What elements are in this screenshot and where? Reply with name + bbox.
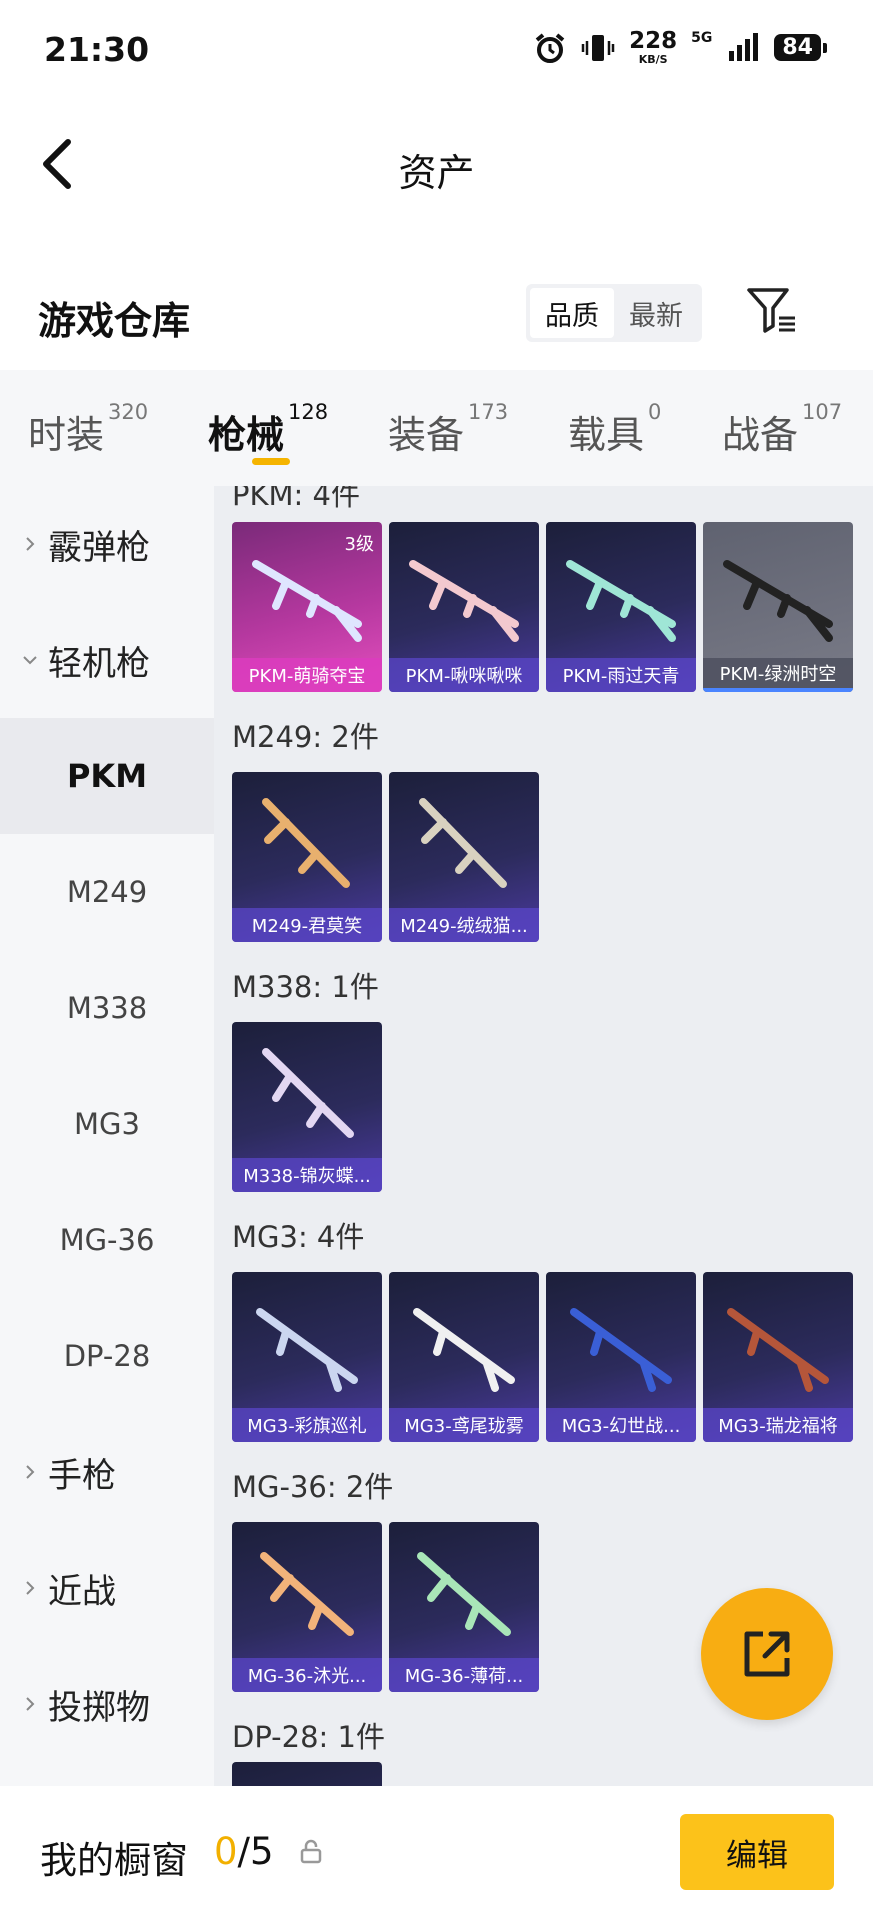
- lmg-icon: [256, 1308, 358, 1392]
- sort-option-newest[interactable]: 最新: [614, 288, 698, 338]
- battery-indicator: 84: [774, 34, 827, 61]
- lmg-icon: [723, 560, 833, 642]
- status-icons: 228 KB/S 5G 84: [533, 28, 827, 66]
- weapon-card[interactable]: M249-君莫笑: [232, 772, 382, 942]
- weapon-card[interactable]: PKM-啾咪啾咪: [389, 522, 539, 692]
- alarm-icon: [535, 32, 565, 63]
- status-time: 21:30: [44, 30, 150, 69]
- sidebar-sub-pkm[interactable]: PKM: [0, 718, 214, 834]
- status-bar: 21:30 228 KB/S 5G 84: [0, 0, 873, 104]
- group-title-dp28: DP-28: 1件: [232, 1720, 385, 1754]
- sidebar-sub-mg36[interactable]: MG-36: [0, 1182, 214, 1298]
- weapon-card[interactable]: MG3-瑞龙福将: [703, 1272, 853, 1442]
- lmg-icon: [413, 1308, 515, 1392]
- sidebar-item-melee[interactable]: 近战: [0, 1530, 214, 1646]
- warehouse-title: 游戏仓库: [38, 299, 191, 343]
- sidebar-item-lmg[interactable]: 轻机枪: [0, 602, 214, 718]
- edit-button[interactable]: 编辑: [680, 1814, 834, 1890]
- group-title-mg36: MG-36: 2件: [232, 1470, 394, 1504]
- weapon-card[interactable]: [232, 1762, 382, 1786]
- lmg-icon: [260, 1552, 354, 1636]
- lock-icon: [300, 1839, 322, 1864]
- sidebar-item-throwable[interactable]: 投掷物: [0, 1646, 214, 1762]
- sidebar-item-shotgun[interactable]: 霰弹枪: [0, 486, 214, 602]
- weapon-card[interactable]: MG-36-沐光...: [232, 1522, 382, 1692]
- network-speed: 228 KB/S: [629, 28, 678, 66]
- weapon-card[interactable]: PKM-绿洲时空: [703, 522, 853, 692]
- showcase-count: 0/5: [214, 1830, 274, 1873]
- chevron-right-icon: [26, 1697, 35, 1711]
- tab-firearms[interactable]: 枪械128: [208, 400, 328, 459]
- lmg-icon: [566, 560, 676, 642]
- weapon-card[interactable]: M249-绒绒猫...: [389, 772, 539, 942]
- lmg-icon: [727, 1308, 829, 1392]
- tab-combat-supplies[interactable]: 战备107: [722, 400, 842, 459]
- group-title-m249: M249: 2件: [232, 720, 379, 754]
- sidebar-item-pistol[interactable]: 手枪: [0, 1414, 214, 1530]
- weapon-category-sidebar: 霰弹枪 轻机枪 PKM M249 M338 MG3 MG-36 DP-28 手枪…: [0, 486, 214, 1786]
- network-type: 5G: [691, 29, 713, 46]
- tab-vehicles[interactable]: 载具0: [568, 400, 661, 459]
- weapon-card[interactable]: MG3-幻世战...: [546, 1272, 696, 1442]
- group-title-mg3: MG3: 4件: [232, 1220, 365, 1254]
- lmg-icon: [419, 798, 507, 888]
- chevron-right-icon: [26, 1465, 35, 1479]
- weapon-card[interactable]: M338-锦灰蝶...: [232, 1022, 382, 1192]
- showcase-label: 我的橱窗: [40, 1839, 188, 1882]
- signal-icon: [729, 32, 759, 61]
- lmg-icon: [262, 1048, 354, 1138]
- weapon-card[interactable]: PKM-雨过天青: [546, 522, 696, 692]
- lmg-icon: [409, 560, 519, 642]
- showcase-bar: 我的橱窗 0/5 编辑: [0, 1786, 873, 1920]
- weapon-card[interactable]: MG3-鸢尾珑雾: [389, 1272, 539, 1442]
- group-title-m338: M338: 1件: [232, 970, 379, 1004]
- weapon-card[interactable]: MG3-彩旗巡礼: [232, 1272, 382, 1442]
- sort-toggle: 品质 最新: [526, 284, 702, 342]
- sidebar-sub-mg3[interactable]: MG3: [0, 1066, 214, 1182]
- tab-equipment[interactable]: 装备173: [388, 400, 508, 459]
- page-header: 资产: [0, 104, 873, 224]
- group-title-pkm: PKM: 4件: [232, 486, 360, 512]
- chevron-right-icon: [26, 1581, 35, 1595]
- vibrate-icon: [581, 34, 615, 61]
- lmg-icon: [570, 1308, 672, 1392]
- sidebar-sub-dp28[interactable]: DP-28: [0, 1298, 214, 1414]
- lmg-icon: [252, 560, 362, 642]
- lmg-icon: [417, 1552, 511, 1636]
- category-tabs: 时装320 枪械128 装备173 载具0 战备107: [0, 370, 873, 486]
- sort-option-quality[interactable]: 品质: [530, 288, 614, 338]
- chevron-right-icon: [26, 537, 35, 551]
- tab-active-indicator: [252, 458, 290, 465]
- chevron-down-icon: [23, 656, 37, 665]
- share-external-icon: [744, 1631, 790, 1677]
- page-title: 资产: [398, 151, 475, 195]
- weapon-card[interactable]: MG-36-薄荷...: [389, 1522, 539, 1692]
- sidebar-sub-m249[interactable]: M249: [0, 834, 214, 950]
- tab-fashion[interactable]: 时装320: [28, 400, 148, 459]
- share-button[interactable]: [701, 1588, 833, 1720]
- lmg-icon: [262, 798, 350, 888]
- filter-icon[interactable]: [746, 286, 798, 336]
- weapon-card[interactable]: 3级 PKM-萌骑夺宝: [232, 522, 382, 692]
- sidebar-sub-m338[interactable]: M338: [0, 950, 214, 1066]
